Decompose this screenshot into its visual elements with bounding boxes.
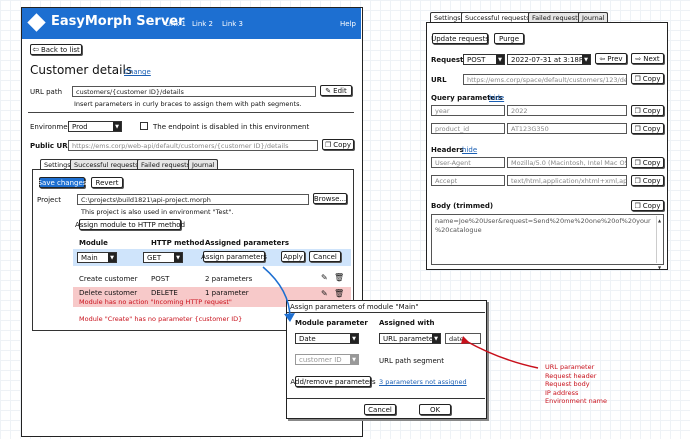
option-item: Request header <box>545 371 597 380</box>
blue-arrowhead <box>284 313 295 322</box>
option-item: Environment name <box>545 397 608 405</box>
red-arrowhead <box>461 336 470 344</box>
assignment-options-list: URL parameter Request header Request bod… <box>545 363 607 406</box>
red-arrow <box>465 340 539 369</box>
option-item: URL parameter <box>545 363 595 371</box>
blue-arrow <box>262 266 291 319</box>
option-item: Request body <box>545 380 590 388</box>
option-item: IP address <box>545 388 579 397</box>
